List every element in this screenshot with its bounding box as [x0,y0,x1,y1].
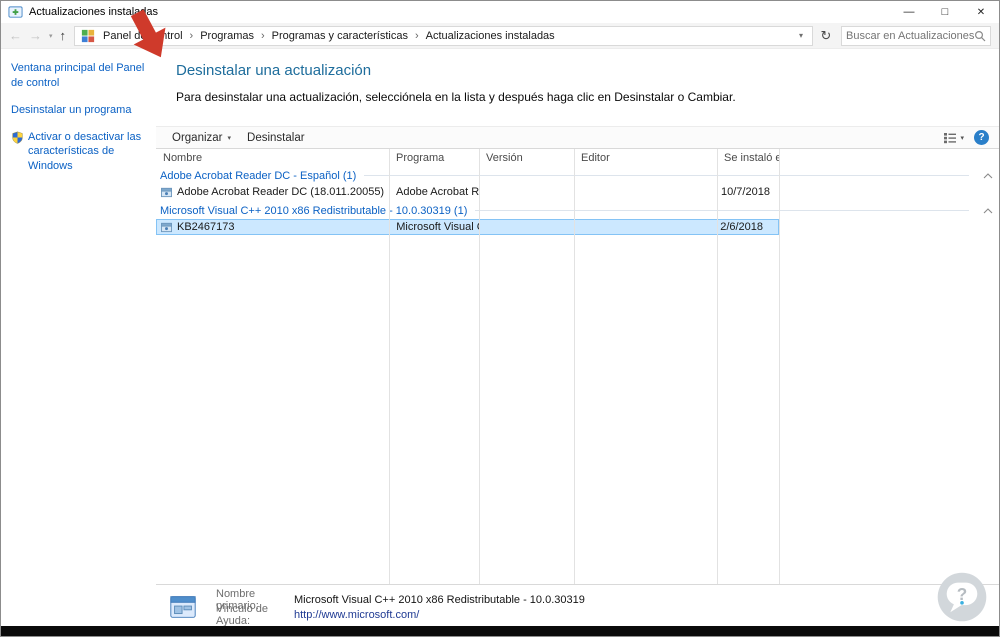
sidebar-item-label: Desinstalar un programa [11,103,132,116]
uninstall-button[interactable]: Desinstalar [239,127,313,148]
breadcrumb-installed-updates[interactable]: Actualizaciones instaladas [422,30,559,42]
details-pane: Nombre primario: Microsoft Visual C++ 20… [156,584,999,628]
command-bar: Organizar ▾ Desinstalar ▾ ? [156,126,999,149]
app-icon [8,5,23,18]
collapse-chevron-icon[interactable] [977,207,999,214]
row-name: KB2467173 [177,221,235,233]
sidebar-item-label: Ventana principal del Panel de control [11,62,145,89]
refresh-icon[interactable]: ↻ [815,26,837,46]
selected-update-icon [170,596,196,618]
column-divider[interactable] [779,149,780,584]
organize-label: Organizar [172,131,223,144]
organize-button[interactable]: Organizar ▾ [164,127,239,148]
main-content: Desinstalar una actualización Para desin… [151,49,999,628]
breadcrumb-separator-icon: › [260,29,265,42]
help-link-value[interactable]: http://www.microsoft.com/ [294,609,419,621]
column-divider[interactable] [717,149,718,584]
back-icon[interactable]: ← [9,28,22,43]
uac-shield-icon [12,131,23,144]
list-view-icon [944,132,957,143]
group-label: Microsoft Visual C++ 2010 x86 Redistribu… [160,204,468,217]
row-program: Adobe Acrobat Rea... [396,186,479,198]
column-header-name[interactable]: Nombre [156,152,389,164]
address-bar[interactable]: Panel de control › Programas › Programas… [74,25,813,46]
group-header-adobe[interactable]: Adobe Acrobat Reader DC - Español (1) [156,167,999,184]
updates-list: Nombre Programa Versión Editor Se instal… [156,149,999,584]
group-rule [475,210,969,211]
table-row-adobe-update[interactable]: Adobe Acrobat Reader DC (18.011.20055) A… [156,184,779,200]
search-box [841,25,991,46]
sidebar-item-windows-features[interactable]: Activar o desactivar las características… [11,130,145,175]
bottom-strip [1,626,999,636]
breadcrumb-programs[interactable]: Programas [196,30,258,42]
title-bar: Actualizaciones instaladas — □ ✕ [1,1,999,23]
table-row-kb2467173[interactable]: KB2467173 Microsoft Visual C+... 2/6/201… [156,219,779,235]
page-description: Para desinstalar una actualización, sele… [176,90,736,104]
change-view-button[interactable]: ▾ [943,132,964,144]
close-button[interactable]: ✕ [963,1,999,23]
help-link-label: Vínculo de Ayuda: [216,602,268,627]
update-package-icon [161,187,172,197]
column-header-installed-on[interactable]: Se instaló el [717,152,779,164]
group-header-msvc[interactable]: Microsoft Visual C++ 2010 x86 Redistribu… [156,202,999,219]
page-title: Desinstalar una actualización [176,62,372,79]
help-button[interactable]: ? [974,130,989,145]
uninstall-label: Desinstalar [247,131,305,144]
search-icon [974,30,986,41]
search-input[interactable] [846,29,974,42]
chevron-down-icon: ▾ [227,134,232,142]
maximize-button[interactable]: □ [927,1,963,23]
sidebar-item-uninstall-program[interactable]: Desinstalar un programa [11,103,145,118]
window-title: Actualizaciones instaladas [29,6,159,18]
address-dropdown-icon[interactable]: ▾ [794,31,808,40]
sidebar: Ventana principal del Panel de control D… [1,49,151,628]
chevron-down-icon: ▾ [960,134,964,142]
location-icon [81,29,95,42]
breadcrumb-programs-features[interactable]: Programas y características [268,30,412,42]
list-header: Nombre Programa Versión Editor Se instal… [156,149,999,167]
up-icon[interactable]: ↑ [60,28,67,43]
column-header-version[interactable]: Versión [479,152,574,164]
breadcrumb-control-panel[interactable]: Panel de control [99,30,187,42]
collapse-chevron-icon[interactable] [977,172,999,179]
sidebar-item-control-panel-home[interactable]: Ventana principal del Panel de control [11,61,145,91]
row-name: Adobe Acrobat Reader DC (18.011.20055) [177,186,385,198]
breadcrumb-separator-icon: › [414,29,419,42]
navigation-bar: ← → ▾ ↑ Panel de control › Programas › P… [1,23,999,49]
breadcrumb-separator-icon: › [189,29,194,42]
watermark-logo: ? [937,572,987,622]
primary-name-value: Microsoft Visual C++ 2010 x86 Redistribu… [294,593,585,606]
group-label: Adobe Acrobat Reader DC - Español (1) [160,169,357,182]
update-package-icon [161,222,172,232]
row-program: Microsoft Visual C+... [396,221,479,233]
window: Actualizaciones instaladas — □ ✕ ← → ▾ ↑… [0,0,1000,637]
column-header-program[interactable]: Programa [389,152,479,164]
column-divider[interactable] [479,149,480,584]
row-installed-on: 2/6/2018 [720,221,764,233]
column-divider[interactable] [574,149,575,584]
column-divider[interactable] [389,149,390,584]
sidebar-item-label: Activar o desactivar las características… [28,130,142,173]
column-header-editor[interactable]: Editor [574,152,717,164]
minimize-button[interactable]: — [891,1,927,23]
group-rule [364,175,969,176]
history-dropdown-icon[interactable]: ▾ [49,32,53,40]
forward-icon[interactable]: → [29,28,42,43]
row-installed-on: 10/7/2018 [721,186,770,198]
